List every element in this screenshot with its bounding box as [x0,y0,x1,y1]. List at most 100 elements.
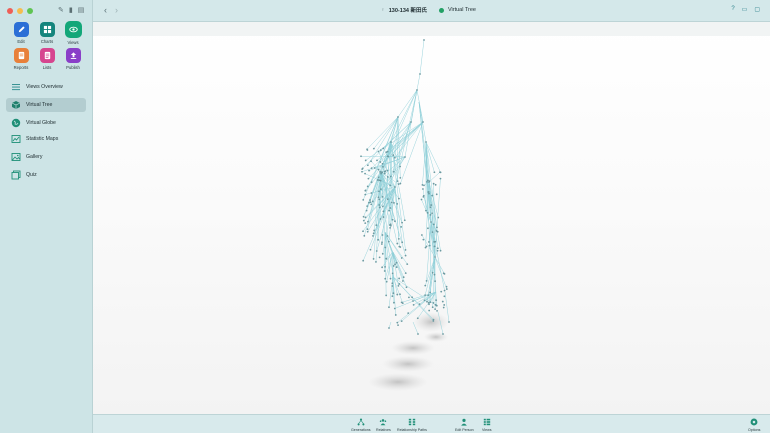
back-arrow-icon[interactable]: ‹ [104,5,107,15]
tree-node [381,241,383,244]
sidebar-item-virtual-globe[interactable]: Virtual Globe [6,116,86,130]
generations-button[interactable]: Generations [351,418,371,432]
app-charts-button[interactable]: Charts [34,22,60,45]
tree-node [390,201,393,204]
tree-edge [419,39,425,75]
tree-node [436,309,438,312]
app-lists-button[interactable]: Lists [34,48,60,70]
tree-node [382,165,384,168]
tree-node [381,205,384,208]
tree-node [391,295,394,298]
tree-node [372,232,375,235]
views-grid-icon [483,418,490,426]
sidebar-item-views-overview[interactable]: Views Overview [6,80,86,94]
relationship-paths-button[interactable]: Relationship Paths [397,418,427,432]
tree-node [430,204,433,206]
person-icon [461,418,468,426]
sidebar-item-label: Virtual Globe [26,120,56,126]
tree-node [366,185,369,188]
bookmark-icon[interactable]: ▮ [69,6,73,14]
sidebar-item-quiz[interactable]: Quiz [6,168,86,182]
tree-node [411,296,414,299]
views-button[interactable]: Views [482,418,492,432]
tree-node [433,245,436,248]
app-reports-button[interactable]: Reports [8,48,34,70]
share-icon[interactable]: ▢ [754,6,760,13]
virtual-tree-canvas[interactable] [93,22,770,414]
tree-node [385,151,388,154]
tree-node [400,257,403,259]
tree-node [421,184,424,186]
tree-node [427,301,430,304]
app-views-button[interactable]: Views [60,21,86,45]
sidebar-item-virtual-tree[interactable]: Virtual Tree [6,98,86,112]
tree-node [375,224,378,227]
app-label: Edit [17,39,25,44]
current-person-name[interactable]: 130-134 新田氏 [389,6,427,14]
close-window-button[interactable] [7,8,13,14]
maximize-window-button[interactable] [27,8,33,14]
tree-node [370,192,373,194]
tree-node [428,180,431,183]
minimize-window-button[interactable] [17,8,23,14]
app-edit-button[interactable]: Edit [8,22,34,45]
tree-node [399,176,402,179]
tree-node [440,290,443,293]
app-label: Publish [66,65,80,70]
tree-node [362,198,365,201]
tag-icon[interactable]: ✎ [58,6,64,14]
tree-node [378,198,381,201]
tree-node [401,241,404,244]
tree-node [410,121,412,123]
tree-node [402,276,405,279]
sidebar-item-label: Statistic Maps [26,136,59,142]
options-button[interactable]: Options [748,418,760,432]
tree-node [361,170,363,173]
tree-node [370,203,373,206]
relationship-paths-icon [408,418,416,426]
tree-node [378,256,381,259]
tree-node [401,221,403,224]
sidebar-item-statistic-maps[interactable]: Statistic Maps [6,132,86,146]
tree-node [399,165,402,168]
tree-node [426,300,428,303]
window-controls [7,8,33,14]
tree-node [378,179,381,182]
tree-node [398,197,400,200]
tree-node [428,309,431,312]
tree-node [399,246,402,248]
help-icon[interactable]: ? [731,6,734,13]
app-label: Reports [13,65,29,70]
tree-node [400,225,403,228]
tree-node [377,150,380,153]
tree-node [386,198,389,201]
tree-node [420,198,423,201]
tree-node [371,200,374,203]
tree-node [376,179,379,181]
tree-node [372,147,375,150]
tree-node [435,299,438,302]
tree-node [424,294,427,297]
virtual-tree-graph[interactable] [93,22,770,414]
tree-node [370,167,373,170]
tree-node [388,209,391,212]
tree-node [381,252,384,255]
tree-node [372,235,374,237]
forward-arrow-icon[interactable]: › [115,5,118,15]
generations-icon [357,418,365,426]
charts-icon [39,22,55,37]
sidebar-item-gallery[interactable]: Gallery [6,150,86,164]
app-publish-button[interactable]: Publish [60,48,86,70]
sidebar-item-label: Quiz [26,172,37,178]
tree-node [431,231,434,234]
tree-node [364,159,367,162]
relatives-button[interactable]: Relatives [376,418,391,432]
tree-node [423,184,425,187]
sidebar-toggle-icon[interactable]: ▤ [78,6,85,14]
tree-node [400,320,403,323]
edit-person-button[interactable]: Edit Person [455,418,474,432]
tree-node [435,230,438,232]
tree-node [389,175,392,178]
tree-node [417,333,419,335]
window-icon[interactable]: ▭ [742,6,748,13]
